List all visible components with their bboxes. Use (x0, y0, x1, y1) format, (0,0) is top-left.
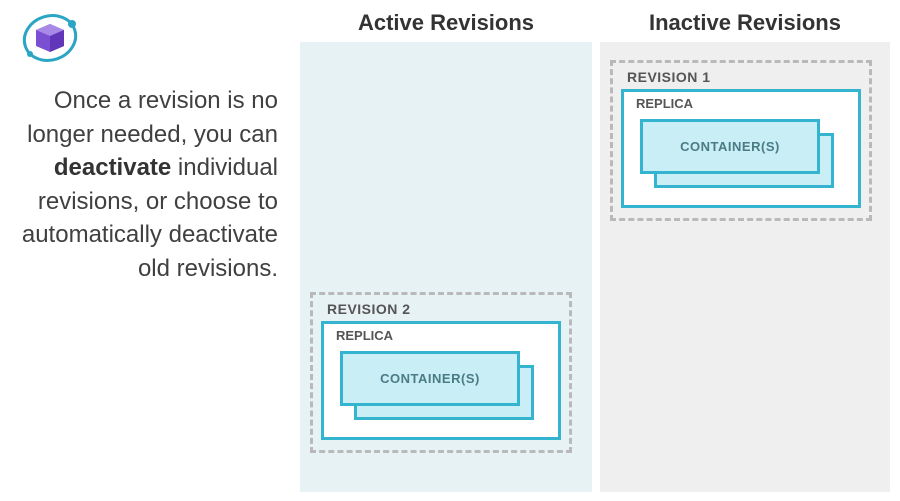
revision-1-replica: REPLICA CONTAINER(S) (621, 89, 861, 208)
revision-2: REVISION 2 REPLICA CONTAINER(S) (310, 292, 572, 453)
description-text: Once a revision is no longer needed, you… (0, 84, 290, 286)
revision-1-replica-label: REPLICA (636, 96, 850, 111)
inactive-revisions-panel: REVISION 1 REPLICA CONTAINER(S) (600, 42, 890, 492)
revision-2-replica: REPLICA CONTAINER(S) (321, 321, 561, 440)
description-pre: Once a revision is no longer needed, you… (27, 87, 278, 148)
revision-2-replica-label: REPLICA (336, 328, 550, 343)
container-apps-icon (20, 10, 80, 65)
revision-1: REVISION 1 REPLICA CONTAINER(S) (610, 60, 872, 221)
description-bold: deactivate (54, 154, 171, 181)
active-revisions-panel: REVISION 2 REPLICA CONTAINER(S) (300, 42, 592, 492)
revision-2-container-front: CONTAINER(S) (340, 351, 520, 406)
active-revisions-heading: Active Revisions (300, 10, 592, 36)
revision-1-label: REVISION 1 (627, 69, 861, 85)
revision-1-container-front: CONTAINER(S) (640, 119, 820, 174)
revision-2-label: REVISION 2 (327, 301, 561, 317)
inactive-revisions-heading: Inactive Revisions (600, 10, 890, 36)
revision-1-containers: CONTAINER(S) (640, 119, 848, 191)
revision-2-containers: CONTAINER(S) (340, 351, 548, 423)
